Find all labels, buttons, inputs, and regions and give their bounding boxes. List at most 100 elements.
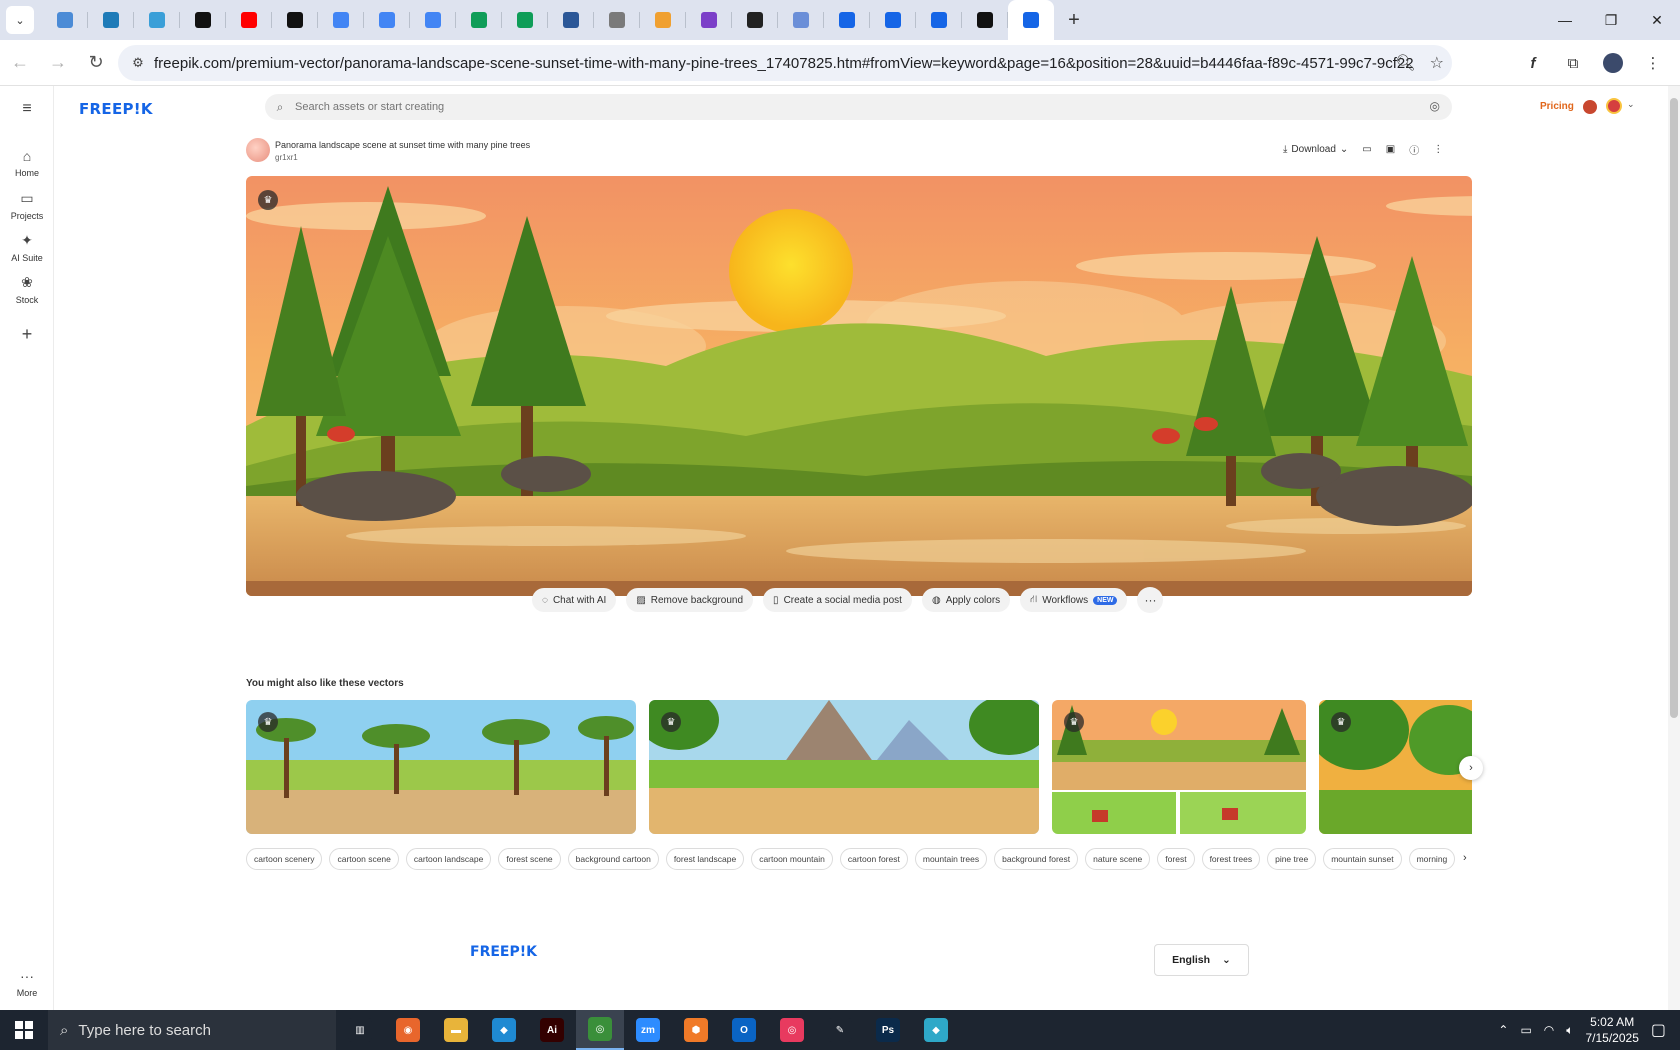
new-tab-button[interactable]: +	[1058, 4, 1090, 36]
browser-tab[interactable]	[824, 0, 870, 40]
sidebar-item-more[interactable]: ··· More	[0, 968, 54, 998]
taskbar-app[interactable]: zm	[624, 1010, 672, 1050]
taskbar-app[interactable]: O	[720, 1010, 768, 1050]
url-text[interactable]: freepik.com/premium-vector/panorama-land…	[154, 55, 1414, 72]
tab-search-button[interactable]: ⌄	[6, 6, 34, 34]
tag-chip[interactable]: nature scene	[1085, 848, 1151, 870]
taskbar-app[interactable]: ◎	[576, 1010, 624, 1050]
search-bar[interactable]: ⌕ ◎	[265, 94, 1452, 120]
thumbnail-card[interactable]: ♛	[1052, 700, 1306, 834]
taskbar-app[interactable]: ▥	[336, 1010, 384, 1050]
search-input[interactable]	[295, 101, 1395, 113]
browser-tab[interactable]	[456, 0, 502, 40]
browser-tab[interactable]	[870, 0, 916, 40]
tag-chip[interactable]: background forest	[994, 848, 1079, 870]
pricing-link[interactable]: Pricing	[1540, 101, 1574, 112]
remove-background-button[interactable]: ▨ Remove background	[626, 588, 754, 612]
clock[interactable]: 5:02 AM 7/15/2025	[1585, 1014, 1638, 1046]
sidebar-menu-button[interactable]: ≡	[0, 100, 54, 122]
browser-tab[interactable]	[916, 0, 962, 40]
more-actions-button[interactable]: ···	[1137, 587, 1164, 613]
taskbar-app[interactable]: ▬	[432, 1010, 480, 1050]
camera-search-icon[interactable]: ◎	[1430, 99, 1440, 113]
network-icon[interactable]: ▭	[1520, 1023, 1531, 1037]
taskbar-app[interactable]: ◆	[912, 1010, 960, 1050]
browser-tab[interactable]	[548, 0, 594, 40]
asset-preview-image[interactable]: ♛	[246, 176, 1472, 596]
scroll-thumb[interactable]	[1670, 98, 1678, 718]
browser-tab[interactable]	[962, 0, 1008, 40]
browser-tab[interactable]	[594, 0, 640, 40]
taskbar-search[interactable]: ⌕ Type here to search	[48, 1010, 336, 1050]
sidebar-item-ai-suite[interactable]: ✦ AI Suite	[0, 232, 54, 263]
more-options-icon[interactable]: ⋮	[1433, 144, 1443, 155]
browser-tab[interactable]	[410, 0, 456, 40]
extensions-icon[interactable]: ⧉	[1556, 46, 1590, 80]
browser-tab[interactable]	[226, 0, 272, 40]
site-info-icon[interactable]: ⚙	[122, 55, 154, 71]
zoom-icon[interactable]: 🔍︎	[1395, 53, 1415, 73]
info-icon[interactable]: ⓘ	[1409, 142, 1419, 157]
footer-logo[interactable]: FREEP!K	[470, 944, 537, 960]
taskbar-app[interactable]: ◉	[384, 1010, 432, 1050]
tag-chip[interactable]: cartoon scene	[329, 848, 399, 870]
browser-tab[interactable]	[364, 0, 410, 40]
thumbnail-card[interactable]: ♛	[649, 700, 1039, 834]
browser-tab[interactable]	[502, 0, 548, 40]
start-button[interactable]	[0, 1010, 48, 1050]
freepik-logo[interactable]: FREEP!K	[79, 100, 153, 118]
browser-tab[interactable]	[134, 0, 180, 40]
workflows-button[interactable]: ⛙ Workflows NEW	[1020, 588, 1128, 612]
taskbar-app[interactable]: Ps	[864, 1010, 912, 1050]
sidebar-item-stock[interactable]: ❀ Stock	[0, 274, 54, 305]
address-bar[interactable]: ⚙ freepik.com/premium-vector/panorama-la…	[118, 45, 1452, 81]
taskbar-app[interactable]: ◆	[480, 1010, 528, 1050]
tag-chip[interactable]: background cartoon	[567, 848, 659, 870]
page-scrollbar[interactable]	[1668, 86, 1680, 1010]
carousel-next-button[interactable]: ›	[1459, 756, 1483, 780]
tags-next-button[interactable]: ›	[1463, 852, 1467, 864]
chevron-down-icon[interactable]: ⌄	[1627, 99, 1635, 110]
profile-avatar[interactable]	[1596, 46, 1630, 80]
tag-chip[interactable]: forest trees	[1201, 848, 1261, 870]
wifi-icon[interactable]: ◠	[1544, 1023, 1554, 1037]
download-button[interactable]: ⤓ Download ⌄	[1283, 144, 1348, 155]
browser-tab[interactable]	[778, 0, 824, 40]
tag-chip[interactable]: morning	[1408, 848, 1456, 870]
forward-button[interactable]: →	[40, 45, 76, 81]
restore-button[interactable]: ❐	[1588, 0, 1634, 40]
taskbar-app[interactable]: ⬢	[672, 1010, 720, 1050]
tag-chip[interactable]: mountain trees	[914, 848, 988, 870]
browser-menu-icon[interactable]: ⋮	[1636, 46, 1670, 80]
author-name[interactable]: gr1xr1	[275, 153, 298, 162]
tag-chip[interactable]: cartoon forest	[839, 848, 908, 870]
browser-tab[interactable]	[180, 0, 226, 40]
close-window-button[interactable]: ✕	[1634, 0, 1680, 40]
tag-chip[interactable]: forest	[1157, 848, 1195, 870]
user-avatar[interactable]	[1606, 98, 1622, 114]
taskbar-app[interactable]: ◎	[768, 1010, 816, 1050]
extension-f-icon[interactable]: f	[1516, 46, 1550, 80]
folder-icon[interactable]: ▭	[1362, 144, 1371, 155]
chevron-up-icon[interactable]: ⌃	[1498, 1023, 1508, 1037]
create-social-post-button[interactable]: ▯ Create a social media post	[763, 588, 912, 612]
language-select[interactable]: English ⌄	[1154, 944, 1249, 976]
author-avatar[interactable]	[246, 138, 270, 162]
tag-chip[interactable]: cartoon landscape	[405, 848, 492, 870]
browser-tab[interactable]	[318, 0, 364, 40]
thumbnail-card[interactable]: ♛	[246, 700, 636, 834]
browser-tab[interactable]	[42, 0, 88, 40]
minimize-button[interactable]: —	[1542, 0, 1588, 40]
sidebar-item-home[interactable]: ⌂ Home	[0, 148, 54, 178]
browser-tab[interactable]	[732, 0, 778, 40]
credits-icon[interactable]	[1583, 100, 1597, 114]
apply-colors-button[interactable]: ◍ Apply colors	[921, 588, 1011, 612]
sidebar-add-button[interactable]: +	[0, 324, 54, 349]
chat-with-ai-button[interactable]: ◌ Chat with AI	[532, 588, 617, 612]
back-button[interactable]: ←	[2, 45, 38, 81]
thumbnail-card[interactable]: ♛	[1319, 700, 1472, 834]
tag-chip[interactable]: pine tree	[1267, 848, 1317, 870]
notifications-icon[interactable]: ▢	[1651, 1020, 1666, 1040]
tag-chip[interactable]: forest scene	[498, 848, 561, 870]
collection-icon[interactable]: ▣	[1386, 144, 1395, 155]
